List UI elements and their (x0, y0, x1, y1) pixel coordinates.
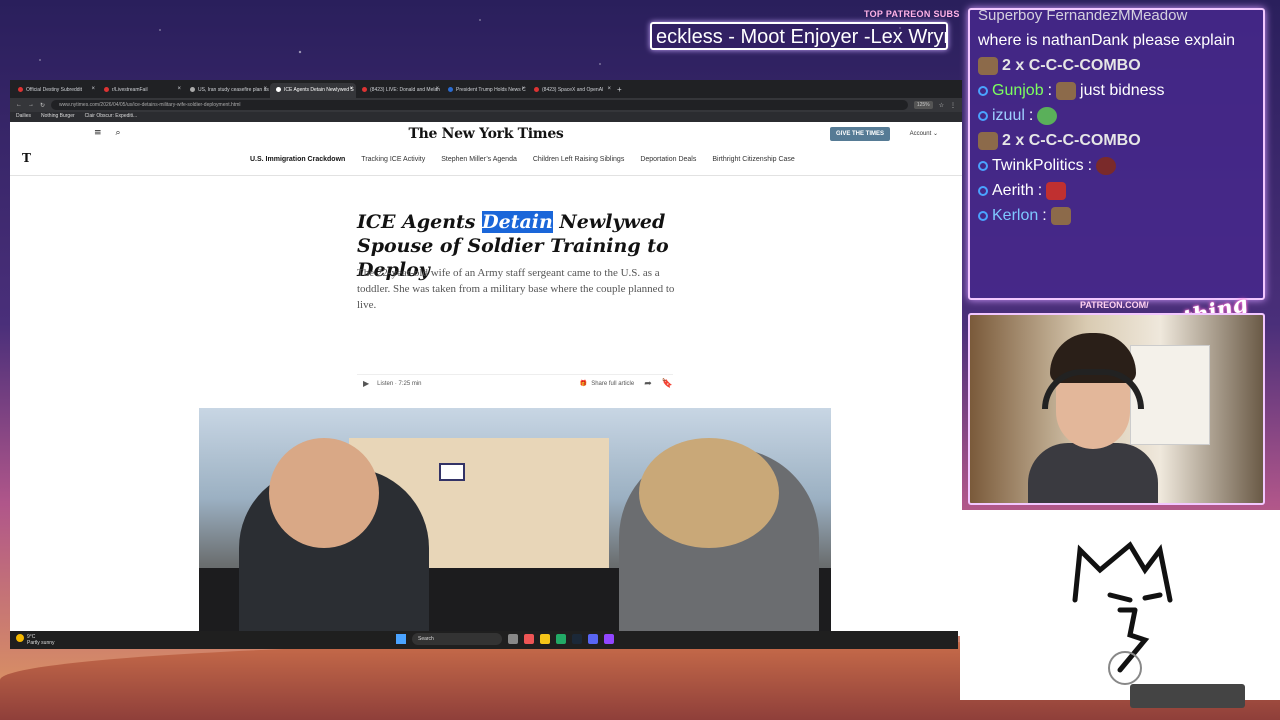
browser-tab-active[interactable]: ICE Agents Detain Newlywed S × (270, 83, 356, 98)
chat-username: TwinkPolitics (992, 157, 1084, 174)
doodle-canvas (960, 510, 1280, 700)
chat-line: where is nathanDank please explain (978, 31, 1255, 51)
article-tools: ▶ Listen · 7:25 min 🎁 Share full article … (357, 374, 673, 392)
pepe-emote-icon (1037, 107, 1058, 125)
gift-icon: 🎁 (579, 381, 588, 387)
bookmark[interactable]: Dailies (16, 113, 31, 121)
nav-link[interactable]: Birthright Citizenship Case (712, 156, 794, 163)
chat-username: Aerith (992, 182, 1034, 199)
bookmark-icon[interactable]: 🔖 (662, 378, 673, 389)
badge-icon (978, 161, 988, 171)
bookmark[interactable]: Clair Obscur: Expediti... (85, 113, 138, 121)
search-icon[interactable]: ⌕ (116, 128, 121, 138)
share-full-article-button[interactable]: 🎁 Share full article (579, 380, 635, 388)
cat-emote-icon (978, 57, 998, 75)
browser-tab[interactable]: President Trump Holds News C × (442, 83, 528, 98)
chat-line: Gunjob: just bidness (978, 81, 1255, 101)
windows-start-icon[interactable] (396, 634, 406, 644)
webcam-feed (968, 313, 1265, 505)
bookmark[interactable]: Nothing Burger (41, 113, 75, 121)
listen-button[interactable]: Listen · 7:25 min (377, 381, 421, 387)
combo-text: 2 x C-C-C-COMBO (1002, 132, 1141, 149)
account-menu[interactable]: Account ⌄ (910, 130, 938, 137)
chat-username: izuul (992, 107, 1025, 124)
chat-line: 2 x C-C-C-COMBO (978, 131, 1255, 151)
selected-text: Detain (482, 211, 553, 233)
browser-tab[interactable]: Official Destiny Subreddit × (12, 83, 98, 98)
reload-icon[interactable]: ↻ (40, 102, 45, 109)
windows-taskbar: 9°C Partly sunny Search (10, 631, 958, 649)
nav-link[interactable]: Stephen Miller’s Agenda (441, 156, 517, 163)
chat-username: Superboy FernandezMMeadow (978, 8, 1188, 24)
address-bar[interactable]: www.nytimes.com/2026/04/05/us/ice-detain… (51, 100, 908, 110)
star-icon[interactable]: ☆ (939, 102, 944, 109)
address-row: ← → ↻ www.nytimes.com/2026/04/05/us/ice-… (10, 98, 962, 112)
cat-doodle-icon (1072, 541, 1173, 685)
stream-chat: Superboy FernandezMMeadow where is natha… (968, 8, 1265, 300)
bookmarks-bar: Dailies Nothing Burger Clair Obscur: Exp… (10, 112, 962, 122)
sun-icon (16, 634, 24, 642)
mini-overlay (1130, 684, 1245, 708)
chat-line: Superboy FernandezMMeadow (978, 8, 1255, 26)
nyt-header: ≡ ⌕ The New York Times GIVE THE TIMES Ac… (10, 122, 962, 144)
tab-bar: Official Destiny Subreddit × r/Livestream… (10, 80, 962, 98)
chat-message: just bidness (1080, 82, 1165, 99)
nyt-t-logo[interactable]: T (22, 151, 31, 165)
ball-emote-icon (1096, 157, 1117, 175)
chat-line: Kerlon: (978, 206, 1255, 226)
steam-icon[interactable] (572, 634, 582, 644)
app-icon[interactable] (604, 634, 614, 644)
badge-icon (978, 186, 988, 196)
chat-username: Gunjob (992, 82, 1044, 99)
menu-icon[interactable]: ⋮ (950, 102, 956, 109)
hat-emote-icon (1046, 182, 1067, 200)
chat-line: Aerith: (978, 181, 1255, 201)
browser-tab[interactable]: (8423) LIVE: Donald and Melan × (356, 83, 442, 98)
browser-tab[interactable]: r/LivestreamFail × (98, 83, 184, 98)
article-photo (199, 408, 831, 636)
forward-icon[interactable]: → (28, 102, 34, 108)
nav-link[interactable]: Children Left Raising Siblings (533, 156, 624, 163)
badge-icon (978, 111, 988, 121)
taskview-icon[interactable] (508, 634, 518, 644)
zoom-badge[interactable]: 125% (913, 101, 933, 109)
nav-link[interactable]: Deportation Deals (640, 156, 696, 163)
chat-message: where is nathanDank please explain (978, 32, 1236, 49)
nav-link[interactable]: Tracking ICE Activity (361, 156, 425, 163)
hamburger-menu-icon[interactable]: ≡ (94, 128, 102, 138)
discord-icon[interactable] (588, 634, 598, 644)
browser-app-icon[interactable] (524, 634, 534, 644)
taskbar-search[interactable]: Search (412, 633, 502, 645)
back-icon[interactable]: ← (16, 102, 22, 108)
play-icon[interactable]: ▶ (363, 379, 369, 388)
give-the-times-button[interactable]: GIVE THE TIMES (829, 127, 890, 141)
nav-link[interactable]: U.S. Immigration Crackdown (250, 156, 345, 163)
subs-ticker: eckless - Moot Enjoyer -Lex Wryn (650, 22, 948, 50)
cat-emote-icon (1056, 82, 1077, 100)
nyt-masthead[interactable]: The New York Times (408, 126, 563, 142)
combo-text: 2 x C-C-C-COMBO (1002, 57, 1141, 74)
app-icon[interactable] (556, 634, 566, 644)
streamer (1028, 333, 1158, 503)
chat-username: Kerlon (992, 207, 1039, 224)
patreon-label: PATREON.COM/ (1080, 300, 1149, 310)
nyt-page: ≡ ⌕ The New York Times GIVE THE TIMES Ac… (10, 122, 962, 636)
badge-icon (978, 211, 988, 221)
chat-line: TwinkPolitics: (978, 156, 1255, 176)
top-subs-label: TOP PATREON SUBS (864, 9, 960, 19)
section-nav: T U.S. Immigration Crackdown Tracking IC… (10, 144, 962, 176)
cat-emote-icon (1050, 207, 1071, 225)
browser-tab[interactable]: US, Iran study ceasefire plan as × (184, 83, 270, 98)
chat-line: 2 x C-C-C-COMBO (978, 56, 1255, 76)
chat-line: izuul: (978, 106, 1255, 126)
weather-widget[interactable]: 9°C Partly sunny (16, 634, 55, 646)
share-icon[interactable]: ➦ (644, 378, 652, 389)
article-summary: The 22-year-old wife of an Army staff se… (357, 267, 675, 311)
cat-emote-icon (978, 132, 998, 150)
browser-window: Official Destiny Subreddit × r/Livestream… (10, 80, 962, 636)
folder-app-icon[interactable] (540, 634, 550, 644)
browser-tab[interactable]: (8423) SpaceX and OpenAI × (528, 83, 614, 98)
badge-icon (978, 86, 988, 96)
new-tab-button[interactable]: + (614, 83, 628, 98)
